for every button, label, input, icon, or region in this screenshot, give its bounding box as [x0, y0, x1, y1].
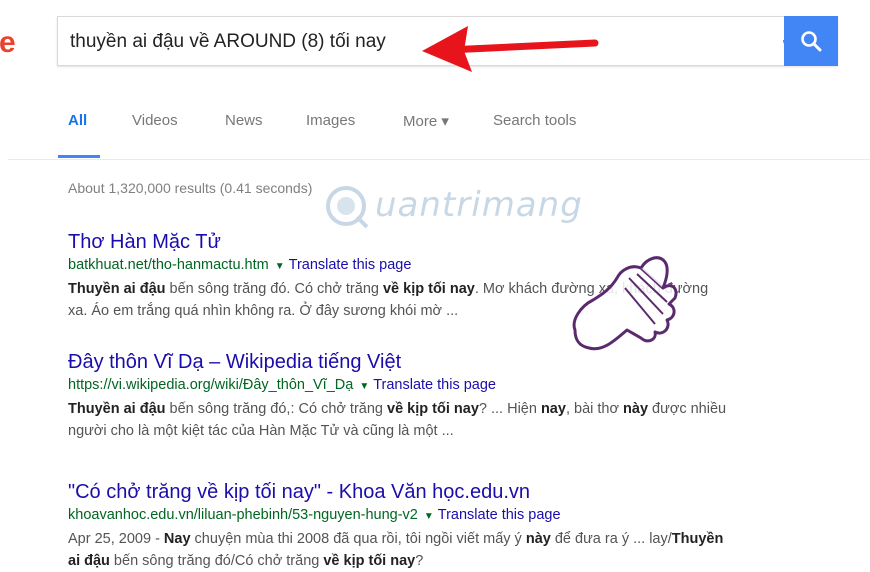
translate-link[interactable]: Translate this page — [289, 257, 412, 273]
result-snippet: Apr 25, 2009 - Nay chuyện mùa thi 2008 đ… — [68, 528, 848, 572]
watermark-logo-icon — [326, 186, 369, 229]
snippet-highlight: về kịp tối nay — [382, 281, 475, 297]
tab-news[interactable]: News — [225, 112, 263, 129]
snippet-text: được nhiều — [648, 401, 727, 417]
search-result: Thơ Hàn Mặc Tử batkhuat.net/tho-hanmactu… — [68, 230, 848, 322]
tab-images[interactable]: Images — [306, 112, 355, 129]
caret-down-icon[interactable]: ▼ — [275, 261, 285, 272]
snippet-highlight: về kịp tối nay — [387, 401, 479, 417]
watermark: uantrimang — [323, 183, 603, 231]
tab-videos[interactable]: Videos — [132, 112, 178, 129]
snippet-text: bến sông trăng đó. Có chở trăng — [165, 281, 383, 297]
tab-all[interactable]: All — [68, 112, 87, 129]
result-title-link[interactable]: Đây thôn Vĩ Dạ – Wikipedia tiếng Việt — [68, 350, 848, 374]
snippet-highlight: nay — [540, 401, 566, 417]
red-arrow-annotation — [422, 26, 599, 72]
result-snippet: Thuyền ai đậu bến sông trăng đó. Có chở … — [68, 278, 848, 322]
result-snippet: Thuyền ai đậu bến sông trăng đó,: Có chở… — [68, 398, 848, 442]
snippet-text: chuyện mùa thi 2008 đã qua rồi, tôi ngồi… — [190, 531, 526, 547]
snippet-text: người cho là một kiệt tác của Hàn Mặc Tử… — [68, 423, 454, 439]
snippet-text: bến sông trăng đó/Có chở trăng — [109, 553, 324, 569]
google-logo-fragment[interactable]: e — [0, 26, 16, 60]
snippet-text: xa. Áo em trắng quá nhìn không ra. Ở đây… — [68, 303, 459, 319]
snippet-highlight: Thuyền ai đậu — [68, 281, 166, 297]
search-icon — [801, 31, 822, 52]
snippet-highlight: Nay — [163, 531, 191, 547]
result-url: batkhuat.net/tho-hanmactu.htm — [68, 257, 269, 273]
caret-down-icon[interactable]: ▼ — [359, 381, 369, 392]
snippet-highlight: này — [623, 401, 649, 417]
snippet-highlight: này — [525, 531, 551, 547]
snippet-highlight: Thuyền — [671, 531, 724, 547]
watermark-text: uantrimang — [375, 185, 583, 225]
snippet-highlight: ai đậu — [68, 553, 110, 569]
result-url-line: khoavanhoc.edu.vn/liluan-phebinh/53-nguy… — [68, 506, 848, 526]
translate-link[interactable]: Translate this page — [373, 377, 496, 393]
snippet-text: , bài thơ — [565, 401, 624, 417]
search-button[interactable] — [784, 16, 838, 66]
search-result: "Có chở trăng về kịp tối nay" - Khoa Văn… — [68, 480, 848, 572]
result-url: https://vi.wikipedia.org/wiki/Đây_thôn_V… — [68, 377, 354, 393]
result-url-line: batkhuat.net/tho-hanmactu.htm ▼ Translate … — [68, 256, 848, 276]
active-tab-indicator — [58, 155, 100, 158]
result-stats: About 1,320,000 results (0.41 seconds) — [68, 180, 313, 196]
result-url-line: https://vi.wikipedia.org/wiki/Đây_thôn_V… — [68, 376, 848, 396]
search-result: Đây thôn Vĩ Dạ – Wikipedia tiếng Việt ht… — [68, 350, 848, 442]
snippet-text: ? — [415, 553, 424, 569]
translate-link[interactable]: Translate this page — [438, 507, 561, 523]
tab-search-tools[interactable]: Search tools — [493, 112, 576, 129]
result-title-link[interactable]: Thơ Hàn Mặc Tử — [68, 230, 848, 254]
tab-more[interactable]: More ▾ — [403, 112, 449, 130]
tabs-divider — [8, 159, 870, 160]
pointing-hand-icon — [572, 256, 678, 351]
caret-down-icon[interactable]: ▼ — [424, 511, 434, 522]
snippet-text: ? ... Hiện — [478, 401, 541, 417]
snippet-date: Apr 25, 2009 - — [68, 531, 164, 547]
snippet-text: bến sông trăng đó,: Có chở trăng — [165, 401, 388, 417]
result-url: khoavanhoc.edu.vn/liluan-phebinh/53-nguy… — [68, 507, 418, 523]
snippet-text: để đưa ra ý ... lay/ — [550, 531, 672, 547]
snippet-highlight: về kịp tối nay — [323, 553, 416, 569]
result-title-link[interactable]: "Có chở trăng về kịp tối nay" - Khoa Văn… — [68, 480, 848, 504]
snippet-highlight: Thuyền ai đậu — [68, 401, 166, 417]
